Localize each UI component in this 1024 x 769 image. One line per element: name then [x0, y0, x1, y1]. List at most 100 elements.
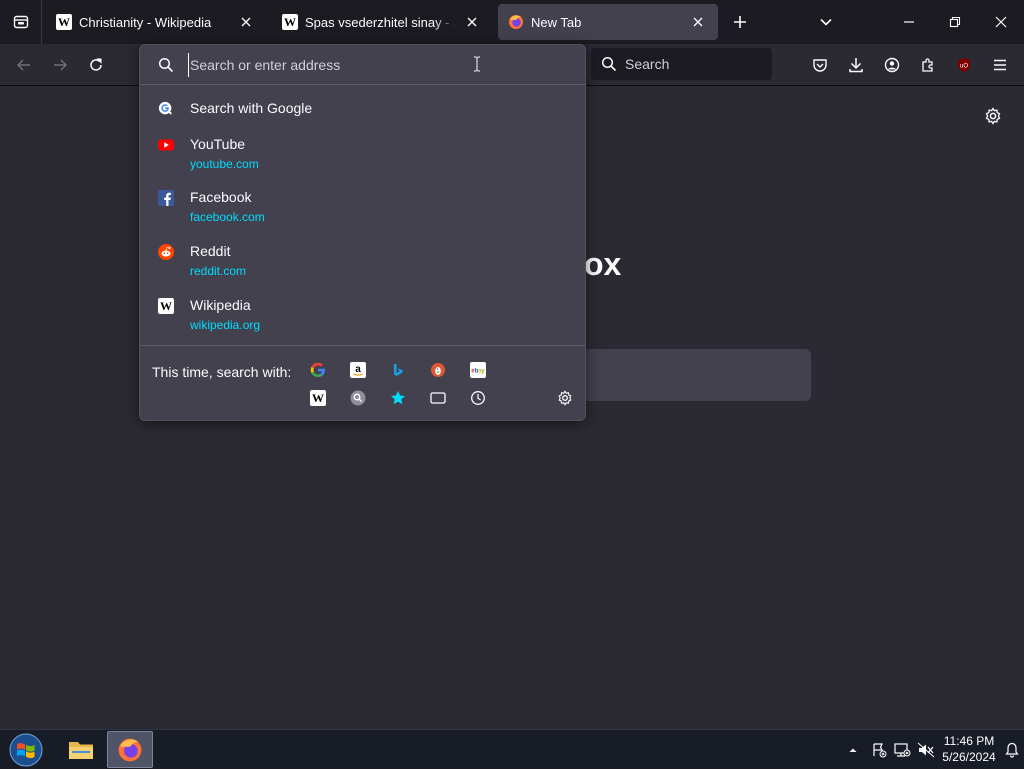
network-tray-button[interactable] [892, 730, 912, 769]
volume-muted-icon [917, 742, 935, 757]
reload-icon [90, 58, 102, 71]
search-bar-placeholder: Search [625, 56, 670, 72]
windows-taskbar: 11:46 PM 5/26/2024 [0, 729, 1024, 768]
forward-button[interactable] [44, 49, 76, 81]
show-hidden-icons-button[interactable] [845, 730, 861, 769]
close-icon[interactable] [462, 12, 482, 32]
plus-icon [734, 16, 746, 28]
pocket-button[interactable] [804, 49, 836, 81]
tab-title: New Tab [531, 14, 582, 30]
clock-date: 5/26/2024 [942, 750, 996, 764]
close-icon [995, 16, 1007, 28]
ublock-origin-icon: uO [958, 58, 970, 72]
suggestion-url: reddit.com [190, 264, 247, 278]
wikipedia-icon[interactable]: W [308, 388, 328, 408]
ublock-origin-button[interactable]: uO [948, 49, 980, 81]
chevron-up-icon [849, 748, 857, 752]
downloads-button[interactable] [840, 49, 872, 81]
suggestion-url: wikipedia.org [190, 318, 261, 332]
wikipedia-icon: W [56, 14, 72, 30]
account-icon [884, 57, 900, 73]
firefox-icon [118, 738, 142, 761]
action-center-tray-button[interactable] [869, 730, 889, 769]
file-explorer-taskbar-button[interactable] [58, 731, 104, 768]
restore-button[interactable] [932, 0, 978, 44]
amazon-icon[interactable]: a [348, 360, 368, 380]
windows-start-icon [9, 733, 43, 767]
suggestion-title: Search with Google [190, 100, 313, 116]
suggestion-wikipedia[interactable]: W Wikipedia wikipedia.org [140, 296, 585, 333]
menu-button[interactable] [984, 49, 1016, 81]
bell-icon [1005, 742, 1019, 758]
address-bar-input[interactable] [188, 52, 568, 77]
wikipedia-icon: W [282, 14, 298, 30]
tab-bar: W Christianity - Wikipedia W Spas vseder… [0, 0, 1024, 44]
bookmarks-icon[interactable] [388, 388, 408, 408]
pocket-icon [813, 59, 827, 72]
close-icon[interactable] [236, 12, 256, 32]
suggestion-search-with-google[interactable]: Search with Google [140, 99, 585, 117]
search-engine-icon[interactable] [348, 388, 368, 408]
duckduckgo-icon[interactable] [428, 360, 448, 380]
urlbar-input-row [140, 45, 585, 85]
facebook-icon [158, 190, 174, 206]
download-icon [849, 58, 863, 73]
firefox-taskbar-button[interactable] [107, 731, 153, 768]
google-icon [158, 101, 174, 117]
new-tab-button[interactable] [722, 4, 758, 40]
hamburger-menu-icon [994, 59, 1006, 71]
tabs-icon[interactable] [428, 388, 448, 408]
personalize-new-tab-button[interactable] [979, 102, 1007, 130]
tab-title: Christianity - Wikipedia [79, 14, 212, 30]
minimize-button[interactable] [886, 0, 932, 44]
ebay-icon[interactable]: ebay [468, 360, 488, 380]
suggestion-url: youtube.com [190, 157, 259, 171]
suggestion-url: facebook.com [190, 210, 265, 224]
taskbar-clock[interactable]: 11:46 PM 5/26/2024 [934, 733, 1004, 765]
search-bar[interactable]: Search [591, 48, 772, 80]
svg-text:uO: uO [960, 64, 968, 70]
list-all-tabs-button[interactable] [808, 4, 844, 40]
folder-icon [69, 741, 93, 759]
tab-christianity[interactable]: W Christianity - Wikipedia [46, 4, 266, 40]
suggestion-title: Wikipedia [190, 297, 251, 313]
gear-icon [985, 107, 1001, 125]
reddit-icon [158, 244, 174, 260]
youtube-icon [158, 137, 174, 153]
tab-new-tab[interactable]: New Tab [498, 4, 718, 40]
bing-icon[interactable] [388, 360, 408, 380]
suggestion-youtube[interactable]: YouTube youtube.com [140, 135, 585, 172]
urlbar-dropdown: Search with Google YouTube youtube.com F… [139, 44, 586, 421]
clock-time: 11:46 PM [943, 734, 995, 748]
new-tab-search-box[interactable] [560, 349, 811, 401]
suggestion-title: Reddit [190, 243, 231, 259]
volume-tray-button[interactable] [916, 730, 936, 769]
close-window-button[interactable] [978, 0, 1024, 44]
wikipedia-icon: W [158, 298, 174, 314]
suggestion-reddit[interactable]: Reddit reddit.com [140, 242, 585, 279]
gear-icon [558, 390, 572, 406]
network-icon [894, 742, 911, 757]
extensions-button[interactable] [912, 49, 944, 81]
notifications-button[interactable] [1003, 730, 1021, 769]
search-icon [601, 56, 617, 72]
account-button[interactable] [876, 49, 908, 81]
restore-icon [949, 16, 961, 28]
chevron-down-icon [820, 18, 832, 26]
firefox-view-button[interactable] [0, 0, 42, 44]
close-icon[interactable] [688, 12, 708, 32]
arrow-right-icon [54, 59, 68, 71]
reload-button[interactable] [80, 49, 112, 81]
firefox-icon [508, 14, 524, 30]
history-icon[interactable] [468, 388, 488, 408]
search-settings-button[interactable] [555, 388, 575, 408]
firefox-view-icon [13, 15, 28, 29]
google-icon[interactable] [308, 360, 328, 380]
tab-spas-vsederzhitel[interactable]: W Spas vsederzhitel sinay - Jesus - Wiki… [272, 4, 492, 40]
flag-alert-icon [873, 742, 887, 757]
svg-text:a: a [355, 364, 361, 375]
suggestion-facebook[interactable]: Facebook facebook.com [140, 188, 585, 225]
back-button[interactable] [8, 49, 40, 81]
start-button[interactable] [6, 731, 46, 769]
puzzle-icon [922, 58, 933, 72]
